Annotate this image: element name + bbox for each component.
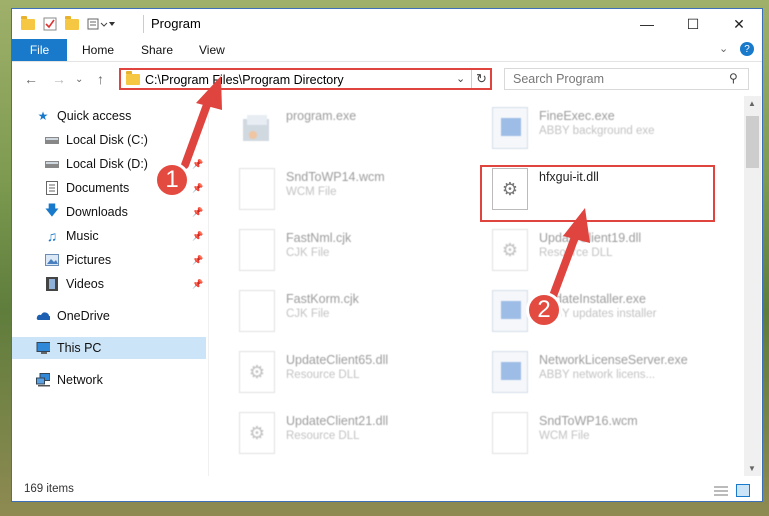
- step-1-badge: 1: [154, 162, 190, 198]
- arrow-1: [181, 76, 222, 169]
- step-2-badge: 2: [526, 292, 562, 328]
- annotation-arrows: [181, 76, 590, 300]
- arrow-2: [549, 208, 590, 300]
